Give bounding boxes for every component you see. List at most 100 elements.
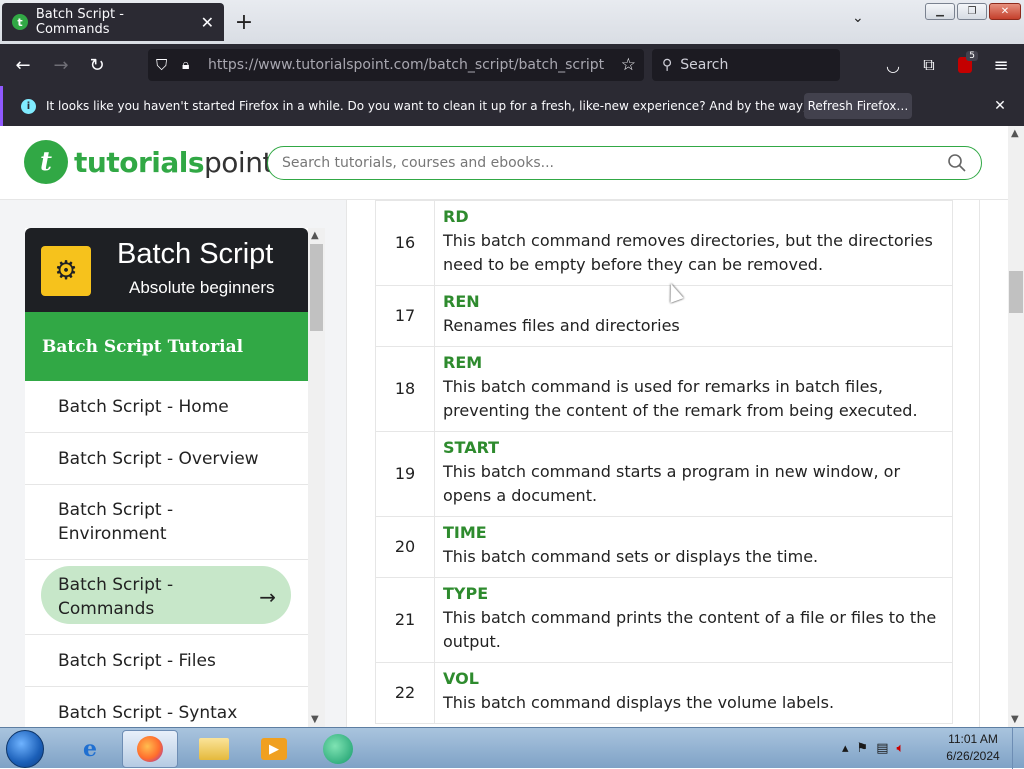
banner-subtitle: Absolute beginners	[129, 278, 275, 297]
sidebar-item-commands[interactable]: Batch Script - Commands →	[25, 560, 308, 635]
browser-navigation-bar: ← → ↻ ⛉ 🔒︎ https://www.tutorialspoint.co…	[0, 44, 1024, 86]
refresh-firefox-button[interactable]: Refresh Firefox…	[804, 93, 912, 119]
command-name: RD	[443, 207, 469, 226]
command-description: This batch command sets or displays the …	[443, 547, 819, 566]
command-number: 16	[375, 200, 435, 286]
commands-table: 16 RD This batch command removes directori…	[375, 200, 953, 724]
new-tab-plus-icon[interactable]: +	[232, 8, 256, 36]
table-row: 17 REN Renames files and directories	[375, 285, 953, 347]
sidebar-item-label: Batch Script - Overview	[58, 448, 259, 469]
internet-explorer-icon[interactable]: e	[62, 730, 118, 768]
table-row: 20 TIME This batch command sets or display…	[375, 516, 953, 578]
notification-close-icon[interactable]: ✕	[990, 93, 1010, 119]
lock-icon[interactable]: 🔒︎	[182, 57, 189, 73]
browser-search-box[interactable]: ⚲ Search	[652, 49, 840, 81]
command-number: 21	[375, 577, 435, 663]
site-search-input[interactable]: Search tutorials, courses and ebooks...	[267, 146, 982, 180]
sidebar-scroll-thumb[interactable]	[310, 244, 323, 331]
forward-arrow-icon[interactable]: →	[46, 44, 76, 86]
show-hidden-icons-arrow-icon[interactable]: ▴	[842, 741, 849, 756]
file-explorer-folder-icon[interactable]	[186, 730, 242, 768]
window-close-button[interactable]: ✕	[989, 3, 1021, 20]
tab-title: Batch Script - Commands	[35, 7, 124, 37]
action-center-flag-icon[interactable]: ⚑	[857, 741, 869, 756]
info-icon: i	[21, 98, 36, 114]
course-banner[interactable]: ⚙ Batch Script Absolute beginners	[25, 228, 308, 312]
address-bar[interactable]: ⛉ 🔒︎ https://www.tutorialspoint.com/batc…	[148, 49, 644, 81]
window-minimize-button[interactable]: ▁	[925, 3, 955, 20]
main-content: 16 RD This batch command removes directori…	[346, 200, 980, 727]
tracking-shield-icon[interactable]: ⛉	[156, 56, 167, 74]
system-clock[interactable]: 11:01 AM 6/26/2024	[942, 731, 1004, 765]
command-cell: TIME This batch command sets or displays …	[434, 516, 953, 578]
puzzle-gear-icon: ⚙	[41, 246, 91, 296]
back-arrow-icon[interactable]: ←	[8, 44, 38, 86]
sidebar-item-overview[interactable]: Batch Script - Overview	[25, 433, 308, 485]
sidebar-item-environment[interactable]: Batch Script - Environment	[25, 485, 308, 560]
site-search-icon[interactable]	[947, 153, 967, 173]
list-all-tabs-chevron-icon[interactable]: ⌄	[852, 10, 864, 26]
browser-tab[interactable]: t Batch Script - Commands ✕	[2, 3, 224, 41]
pocket-icon[interactable]: ◡	[878, 44, 908, 86]
url-text: https://www.tutorialspoint.com/batch_scr…	[208, 57, 604, 73]
command-cell: VOL This batch command displays the volum…	[434, 662, 953, 724]
media-player-icon[interactable]: ▶	[246, 730, 302, 768]
site-search-placeholder: Search tutorials, courses and ebooks...	[282, 155, 554, 171]
tutorialspoint-logo[interactable]: t tutorials point	[24, 140, 273, 184]
tab-close-icon[interactable]: ✕	[201, 13, 214, 32]
hamburger-menu-icon[interactable]: ≡	[986, 44, 1016, 86]
command-cell: REM This batch command is used for remark…	[434, 346, 953, 432]
url-path: /batch_script/batch_script_commar	[423, 57, 604, 73]
command-description: This batch command starts a program in n…	[443, 462, 901, 505]
command-description: This batch command removes directories, …	[443, 231, 933, 274]
command-name: TIME	[443, 523, 487, 542]
tutorialspoint-favicon-icon: t	[12, 14, 28, 30]
scroll-up-arrow-icon[interactable]: ▲	[311, 230, 319, 241]
command-description: This batch command prints the content of…	[443, 608, 937, 651]
green-app-icon[interactable]	[310, 730, 366, 768]
extensions-puzzle-icon[interactable]: ⧉	[914, 44, 944, 86]
windows-start-button[interactable]	[6, 730, 44, 768]
logo-text-tutorials: tutorials	[74, 145, 205, 179]
clock-time: 11:01 AM	[948, 732, 998, 746]
command-name: START	[443, 438, 500, 457]
page-scroll-up-arrow-icon[interactable]: ▲	[1011, 128, 1019, 139]
command-cell: TYPE This batch command prints the conten…	[434, 577, 953, 663]
command-number: 19	[375, 431, 435, 517]
table-row: 16 RD This batch command removes directori…	[375, 200, 953, 286]
search-magnifier-icon: ⚲	[662, 57, 673, 73]
ublock-extension-icon[interactable]: 5	[950, 44, 980, 86]
browser-search-placeholder: Search	[680, 57, 729, 73]
right-arrow-icon: →	[259, 585, 276, 609]
network-icon[interactable]: ▤	[876, 741, 888, 756]
sidebar-item-label: Batch Script - Commands	[58, 575, 174, 619]
command-cell: REN Renames files and directories	[434, 285, 953, 347]
page-scroll-thumb[interactable]	[1009, 271, 1023, 313]
tutorialspoint-logo-mark-icon: t	[24, 140, 68, 184]
firefox-taskbar-icon[interactable]	[122, 730, 178, 768]
sidebar-scrollbar[interactable]: ▲ ▼	[308, 228, 325, 727]
sidebar-item-label: Batch Script - Files	[58, 650, 216, 671]
volume-muted-icon[interactable]: 🔈︎	[896, 741, 904, 756]
sidebar-item-label: Batch Script - Environment	[58, 500, 174, 544]
page-scroll-down-arrow-icon[interactable]: ▼	[1011, 714, 1019, 725]
sidebar-item-files[interactable]: Batch Script - Files	[25, 635, 308, 687]
banner-title: Batch Script	[117, 238, 274, 270]
page-scrollbar[interactable]: ▲ ▼	[1008, 126, 1024, 727]
command-name: REN	[443, 292, 480, 311]
command-name: REM	[443, 353, 483, 372]
url-host: https://www.tutorialspoint.com	[208, 57, 424, 73]
system-tray: ▴ ⚑ ▤ 🔈︎	[842, 728, 904, 769]
sidebar-item-syntax[interactable]: Batch Script - Syntax	[25, 687, 308, 727]
command-cell: RD This batch command removes directories…	[434, 200, 953, 286]
bookmark-star-icon[interactable]: ☆	[621, 55, 636, 75]
command-name: VOL	[443, 669, 479, 688]
window-restore-button[interactable]: ❐	[957, 3, 987, 20]
sidebar-item-home[interactable]: Batch Script - Home	[25, 381, 308, 433]
command-number: 18	[375, 346, 435, 432]
table-row: 22 VOL This batch command displays the vol…	[375, 662, 953, 724]
scroll-down-arrow-icon[interactable]: ▼	[311, 714, 319, 725]
show-desktop-button[interactable]	[1012, 728, 1024, 769]
reload-icon[interactable]: ↻	[82, 44, 112, 86]
command-description: This batch command displays the volume l…	[443, 693, 835, 712]
